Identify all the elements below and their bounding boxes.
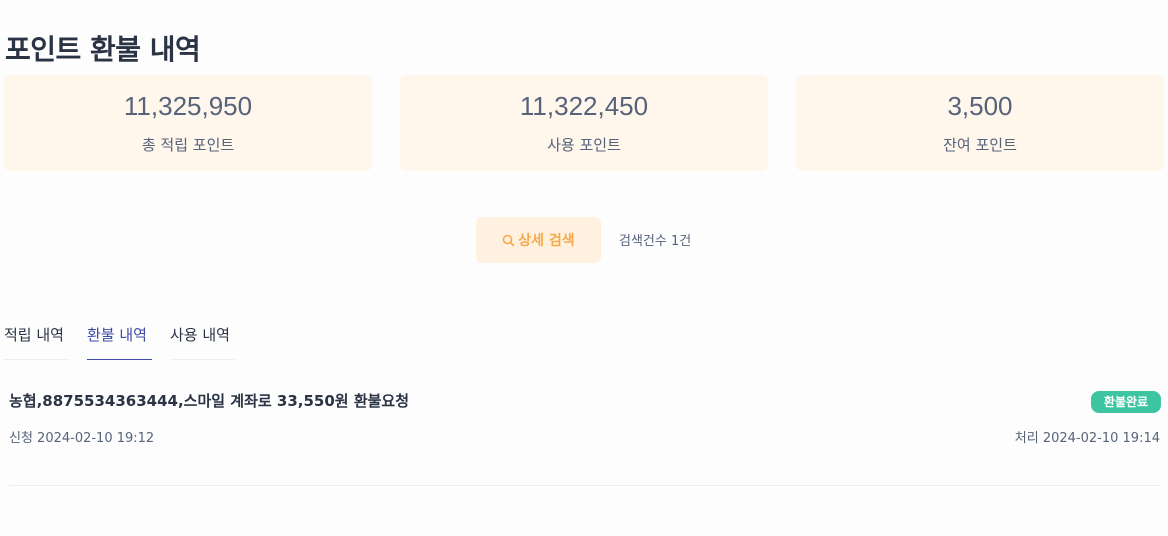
remaining-points-label: 잔여 포인트: [943, 136, 1017, 154]
remaining-points-card: 3,500 잔여 포인트: [796, 75, 1164, 171]
processed-date: 처리 2024-02-10 19:14: [1014, 431, 1160, 446]
search-result-count: 검색건수 1건: [619, 234, 692, 249]
refund-record-title: 농협,8875534363444,스마일 계좌로 33,550원 환불요청: [9, 392, 410, 410]
used-points-card: 11,322,450 사용 포인트: [400, 75, 768, 171]
page-title: 포인트 환불 내역: [5, 33, 201, 66]
tab-usage-history[interactable]: 사용 내역: [170, 324, 235, 360]
search-icon: [502, 234, 515, 247]
total-earned-card: 11,325,950 총 적립 포인트: [4, 75, 372, 171]
requested-date: 신청 2024-02-10 19:12: [9, 431, 155, 446]
used-points-label: 사용 포인트: [547, 136, 621, 154]
divider: [9, 485, 1161, 486]
status-badge: 환불완료: [1091, 391, 1161, 413]
tab-earned-history[interactable]: 적립 내역: [4, 324, 69, 360]
detail-search-label: 상세 검색: [518, 233, 575, 249]
remaining-points-value: 3,500: [947, 91, 1013, 121]
tab-refund-history[interactable]: 환불 내역: [87, 324, 152, 360]
detail-search-button[interactable]: 상세 검색: [476, 217, 601, 263]
total-earned-value: 11,325,950: [123, 91, 253, 121]
total-earned-label: 총 적립 포인트: [141, 136, 235, 154]
used-points-value: 11,322,450: [519, 91, 649, 121]
